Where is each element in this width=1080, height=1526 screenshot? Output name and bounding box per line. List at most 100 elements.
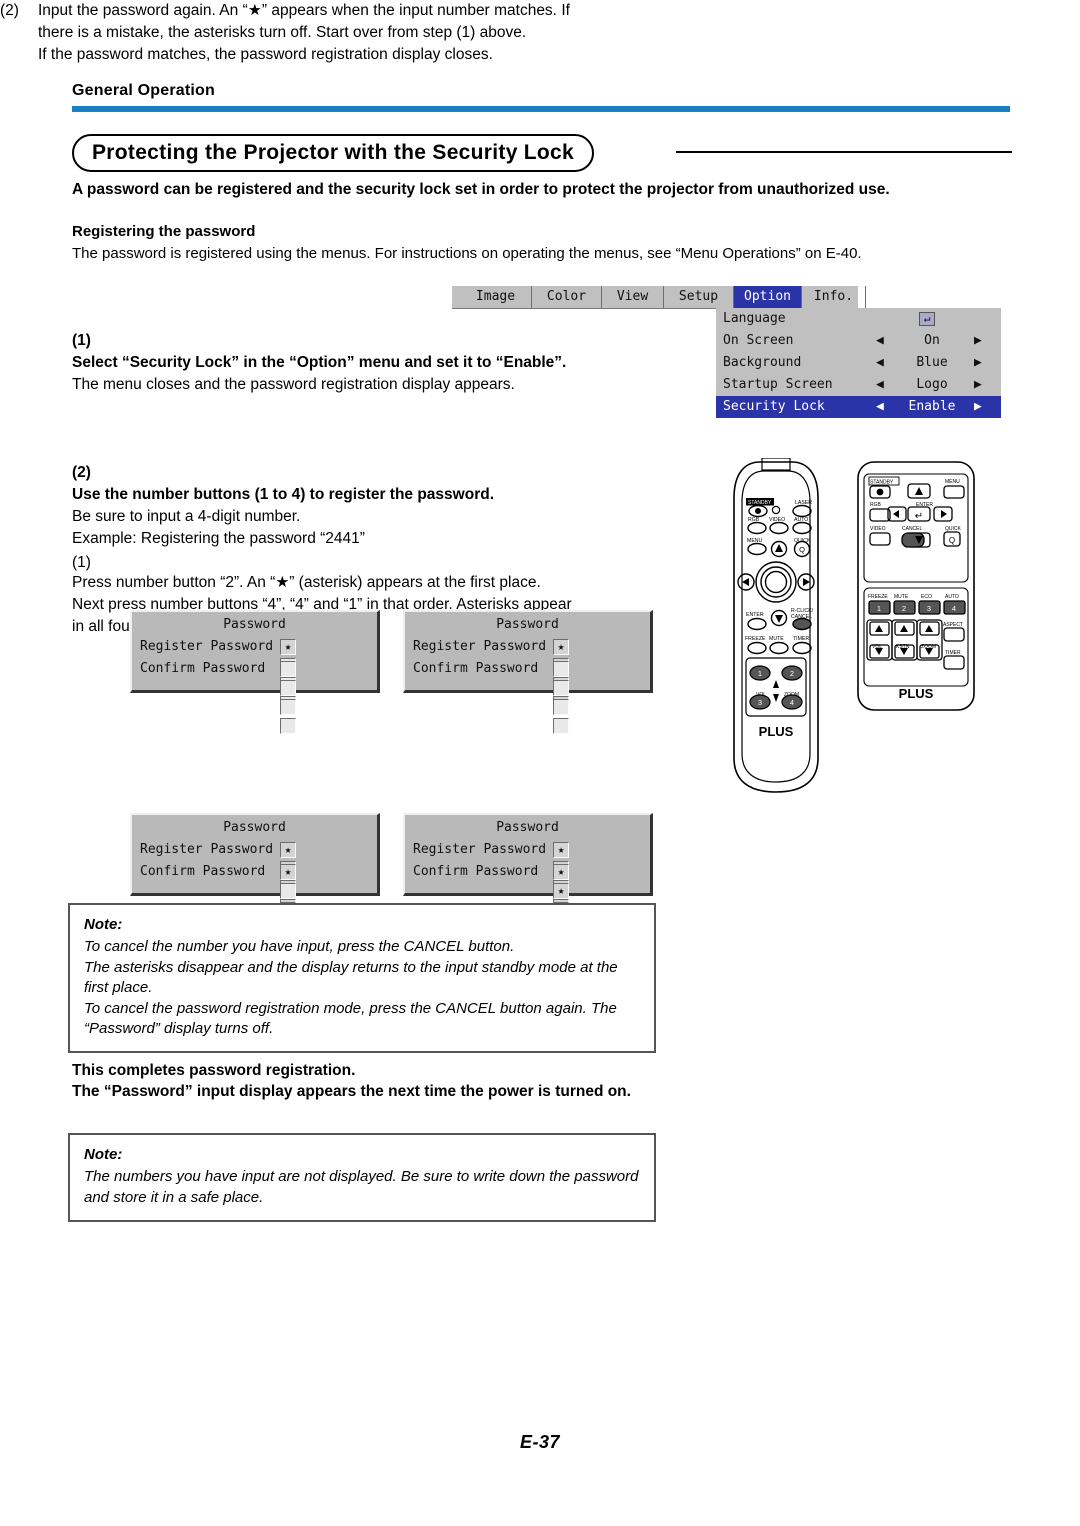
step-2-heading: Use the number buttons (1 to 4) to regis… [72,486,494,503]
password-cell[interactable]: ★ [280,842,296,858]
svg-text:↵: ↵ [915,511,923,522]
osd-tab-info[interactable]: Info. [802,286,866,308]
osd-tab-setup[interactable]: Setup [664,286,734,308]
password-cell[interactable] [280,883,296,899]
svg-text:2: 2 [790,669,794,678]
password-cell[interactable] [553,699,569,715]
password-register-label: Register Password [413,842,547,857]
step-1: (1) Select “Security Lock” in the “Optio… [72,330,692,396]
svg-text:PLUS: PLUS [759,724,794,739]
password-cell[interactable]: ★ [553,864,569,880]
right-arrow-icon[interactable]: ▶ [974,352,982,374]
osd-row-label: Security Lock [723,399,825,414]
password-confirm-label: Confirm Password [413,864,539,879]
osd-row-label: Language [723,311,786,326]
password-cell[interactable] [280,680,296,696]
completion-text: This completes password registration. Th… [72,1060,662,1103]
password-cell[interactable] [553,718,569,734]
note-1-label: Note: [84,916,123,933]
svg-text:1: 1 [758,669,762,678]
page-title: Protecting the Projector with the Securi… [72,134,595,172]
step-1-heading: Select “Security Lock” in the “Option” m… [72,354,567,371]
password-dialog-4: PasswordRegister Password★★★★Confirm Pas… [403,813,653,937]
svg-text:3: 3 [927,604,931,613]
left-arrow-icon[interactable]: ◀ [876,374,884,396]
osd-row-label: Startup Screen [723,377,833,392]
password-cell[interactable] [553,661,569,677]
osd-tab-image[interactable]: Image [460,286,532,308]
svg-text:MUTE: MUTE [769,636,784,642]
osd-tab-view[interactable]: View [602,286,664,308]
svg-text:QUICK: QUICK [945,526,962,532]
enter-icon[interactable]: ↵ [919,312,935,326]
osd-tab-bar: Image Color View Setup Option Info. [452,286,866,309]
step-2-line3: Example: Registering the password “2441” [72,530,365,547]
osd-row-label: Background [723,355,802,370]
remotes-svg: STANDBY LASER RGB VIDEO AUTO MENU QUICK … [733,457,975,793]
osd-tab-option[interactable]: Option [734,286,802,308]
svg-text:PLUS: PLUS [899,686,934,701]
svg-text:4: 4 [952,604,956,613]
password-cell[interactable]: ★ [280,639,296,655]
password-cell[interactable]: ★ [553,842,569,858]
osd-row-security-lock[interactable]: Security Lock ◀ Enable ▶ [716,396,1001,418]
password-cell[interactable]: ★ [553,883,569,899]
osd-row-background[interactable]: Background ◀ Blue ▶ [716,352,1001,374]
step-1-number: (1) [72,332,91,349]
svg-text:Q: Q [949,536,955,545]
note-1-line3: To cancel the password registration mode… [84,999,617,1037]
password-register-label: Register Password [413,639,547,654]
left-arrow-icon[interactable]: ◀ [876,330,884,352]
note-1-line2: The asterisks disappear and the display … [84,958,618,997]
password-confirm-cells [280,661,304,737]
completion-line2: The “Password” input display appears the… [72,1083,631,1101]
completion-line1: This completes password registration. [72,1062,356,1079]
password-register-label: Register Password [140,639,274,654]
note-1-line1: To cancel the number you have input, pre… [84,938,515,956]
osd-row-startup-screen[interactable]: Startup Screen ◀ Logo ▶ [716,374,1001,396]
osd-row-language[interactable]: Language ↵ [716,308,1001,330]
osd-menu-screenshot: Image Color View Setup Option Info. Language ↵… [452,286,1001,418]
osd-row-value: Enable [908,399,956,414]
header-rule [72,106,1010,112]
svg-text:RGB: RGB [870,502,882,508]
step-2-substep-2-line2: If the password matches, the password re… [38,46,493,64]
password-cell[interactable] [280,718,296,734]
svg-text:FREEZE: FREEZE [745,636,766,642]
svg-text:4: 4 [790,698,794,707]
password-confirm-label: Confirm Password [413,661,539,676]
svg-text:FREEZE: FREEZE [868,594,888,600]
osd-row-label: On Screen [723,333,794,348]
right-arrow-icon[interactable]: ▶ [974,374,982,396]
password-dialog-title: Password [223,820,286,835]
step-2-substep-2-line1: Input the password again. An “★” appears… [38,2,570,42]
password-cell[interactable]: ★ [553,639,569,655]
password-confirm-label: Confirm Password [140,864,266,879]
left-arrow-icon[interactable]: ◀ [876,396,884,418]
step-2-substep-2: (2) Input the password again. An “★” app… [0,0,570,66]
osd-tab-color[interactable]: Color [532,286,602,308]
password-register-label: Register Password [140,842,274,857]
svg-text:VIDEO: VIDEO [870,526,886,532]
running-head: General Operation [72,82,215,99]
right-arrow-icon[interactable]: ▶ [974,330,982,352]
password-cell[interactable]: ★ [280,864,296,880]
svg-text:STANDBY: STANDBY [870,480,894,486]
right-arrow-icon[interactable]: ▶ [974,396,982,418]
svg-text:ASPECT: ASPECT [943,622,963,628]
osd-row-value: Blue [916,355,948,370]
step-2-substep-1-line1: Press number button “2”. An “★” (asteris… [72,574,541,591]
password-cell[interactable] [553,680,569,696]
note-2-line1: The numbers you have input are not displ… [84,1168,639,1206]
osd-row-on-screen[interactable]: On Screen ◀ On ▶ [716,330,1001,352]
section-title-group: Protecting the Projector with the Securi… [72,134,1012,172]
password-dialog-3: PasswordRegister Password★★★★Confirm Pas… [130,813,380,937]
password-cell[interactable] [280,661,296,677]
note-box-2: Note: The numbers you have input are not… [68,1133,656,1223]
left-arrow-icon[interactable]: ◀ [876,352,884,374]
password-dialog-2: PasswordRegister Password★★★★Confirm Pas… [403,610,653,734]
svg-text:MENU: MENU [945,479,960,485]
password-cell[interactable] [280,699,296,715]
svg-text:ECO: ECO [921,594,932,600]
password-dialog-title: Password [496,820,559,835]
